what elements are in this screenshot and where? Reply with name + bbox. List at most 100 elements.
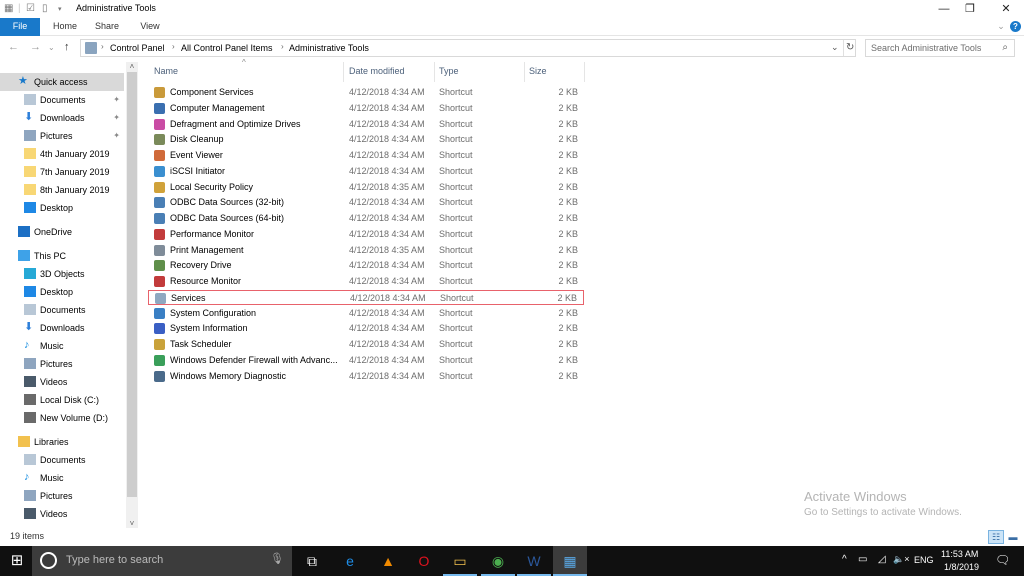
- cortana-icon[interactable]: [40, 552, 57, 569]
- control-panel-icon[interactable]: ▦: [553, 546, 587, 576]
- sidebar-item-8th-january-2019[interactable]: 8th January 2019: [0, 181, 124, 199]
- forward-button[interactable]: →: [30, 41, 41, 53]
- opera-icon[interactable]: O: [413, 551, 435, 571]
- sidebar-item-downloads[interactable]: ⬇ Downloads ✦: [0, 109, 124, 127]
- sidebar-item-3d-objects[interactable]: 3D Objects: [0, 265, 124, 283]
- up-button[interactable]: ↑: [64, 41, 70, 53]
- sidebar-item-pictures[interactable]: Pictures: [0, 487, 124, 505]
- taskbar-search-input[interactable]: Type here to search: [66, 554, 163, 566]
- breadcrumb-all-items[interactable]: All Control Panel Items: [181, 43, 273, 53]
- task-view-icon[interactable]: ⧉: [301, 551, 323, 571]
- sidebar-item-quick-access[interactable]: ★ Quick access: [0, 73, 124, 91]
- navigation-pane-scrollbar[interactable]: ˄ ˅: [126, 62, 138, 528]
- details-view-button[interactable]: ☷: [988, 530, 1004, 544]
- file-row[interactable]: Print Management 4/12/2018 4:35 AM Shortcu…: [148, 243, 584, 258]
- column-header-size[interactable]: Size: [529, 66, 547, 76]
- file-explorer-icon[interactable]: ▭: [449, 551, 471, 571]
- sidebar-item-pictures[interactable]: Pictures: [0, 355, 124, 373]
- taskbar-search-box[interactable]: Type here to search 🎙: [32, 546, 292, 576]
- sidebar-item-this-pc[interactable]: This PC: [0, 247, 124, 265]
- sidebar-item-videos[interactable]: Videos: [0, 505, 124, 523]
- sidebar-item-libraries[interactable]: Libraries: [0, 433, 124, 451]
- tab-share[interactable]: Share: [92, 18, 122, 36]
- large-icons-view-button[interactable]: ▬: [1006, 530, 1020, 544]
- file-row[interactable]: Windows Defender Firewall with Advanc...…: [148, 353, 584, 368]
- battery-icon[interactable]: ▭: [858, 554, 867, 565]
- file-row[interactable]: System Information 4/12/2018 4:34 AM Short…: [148, 321, 584, 336]
- sidebar-item-local-disk-c[interactable]: Local Disk (C:): [0, 391, 124, 409]
- folder-properties-icon[interactable]: ▦: [4, 3, 13, 14]
- file-row[interactable]: Services 4/12/2018 4:34 AM Shortcut 2 KB: [148, 289, 584, 305]
- show-hidden-icons-button[interactable]: ^: [842, 554, 847, 565]
- address-bar[interactable]: › Control Panel › All Control Panel Item…: [80, 39, 856, 57]
- language-indicator[interactable]: ENG: [914, 555, 934, 565]
- column-divider[interactable]: [584, 62, 585, 82]
- clock-time[interactable]: 11:53 AM: [941, 549, 978, 559]
- chrome-icon[interactable]: ◉: [487, 551, 509, 571]
- address-dropdown-button[interactable]: ⌄: [831, 42, 839, 53]
- expand-ribbon-icon[interactable]: ⌄: [996, 18, 1006, 36]
- refresh-button[interactable]: ↻: [846, 42, 854, 53]
- search-icon[interactable]: ⌕: [1002, 42, 1008, 53]
- sidebar-item-videos[interactable]: Videos: [0, 373, 124, 391]
- scrollbar-thumb[interactable]: [127, 72, 137, 497]
- column-divider[interactable]: [434, 62, 435, 82]
- file-row[interactable]: Performance Monitor 4/12/2018 4:34 AM Shor…: [148, 227, 584, 242]
- column-header-type[interactable]: Type: [439, 66, 459, 76]
- help-icon[interactable]: ?: [1010, 21, 1021, 32]
- back-button[interactable]: ←: [8, 41, 19, 53]
- sidebar-item-4th-january-2019[interactable]: 4th January 2019: [0, 145, 124, 163]
- file-row[interactable]: ODBC Data Sources (64-bit) 4/12/2018 4:34…: [148, 211, 584, 226]
- file-row[interactable]: Event Viewer 4/12/2018 4:34 AM Shortcut 2 K…: [148, 148, 584, 163]
- microphone-icon[interactable]: 🎙: [270, 552, 284, 565]
- file-row[interactable]: Computer Management 4/12/2018 4:34 AM Shor…: [148, 101, 584, 116]
- close-button[interactable]: ✕: [990, 0, 1022, 18]
- file-row[interactable]: Disk Cleanup 4/12/2018 4:34 AM Shortcut 2 K…: [148, 132, 584, 147]
- column-divider[interactable]: [343, 62, 344, 82]
- tab-view[interactable]: View: [136, 18, 164, 36]
- scroll-down-arrow[interactable]: ˅: [126, 519, 138, 528]
- breadcrumb-control-panel[interactable]: Control Panel: [110, 43, 165, 53]
- search-input[interactable]: Search Administrative Tools: [871, 43, 981, 53]
- file-row[interactable]: Task Scheduler 4/12/2018 4:34 AM Shortcut 2…: [148, 337, 584, 352]
- sidebar-item-new-volume-d[interactable]: New Volume (D:): [0, 409, 124, 427]
- search-box[interactable]: Search Administrative Tools ⌕: [865, 39, 1015, 57]
- sidebar-item-desktop[interactable]: Desktop: [0, 199, 124, 217]
- wifi-icon[interactable]: ◿: [878, 554, 886, 565]
- file-row[interactable]: Defragment and Optimize Drives 4/12/2018 …: [148, 117, 584, 132]
- sidebar-item-onedrive[interactable]: OneDrive: [0, 223, 124, 241]
- sidebar-item-documents[interactable]: Documents: [0, 451, 124, 469]
- sidebar-item-desktop[interactable]: Desktop: [0, 283, 124, 301]
- sidebar-item-pictures[interactable]: Pictures ✦: [0, 127, 124, 145]
- file-row[interactable]: System Configuration 4/12/2018 4:34 AM Sho…: [148, 306, 584, 321]
- column-header-date-modified[interactable]: Date modified: [349, 66, 405, 76]
- scroll-up-arrow[interactable]: ˄: [126, 62, 138, 71]
- sidebar-item-documents[interactable]: Documents ✦: [0, 91, 124, 109]
- file-row[interactable]: Recovery Drive 4/12/2018 4:34 AM Shortcut 2…: [148, 258, 584, 273]
- tab-file[interactable]: File: [0, 18, 40, 36]
- file-row[interactable]: iSCSI Initiator 4/12/2018 4:34 AM Shortcut…: [148, 164, 584, 179]
- sidebar-item-music[interactable]: ♪ Music: [0, 469, 124, 487]
- word-icon[interactable]: W: [523, 551, 545, 571]
- clock-date[interactable]: 1/8/2019: [944, 562, 979, 572]
- file-row[interactable]: Windows Memory Diagnostic 4/12/2018 4:34 …: [148, 369, 584, 384]
- new-folder-icon[interactable]: ▯: [42, 3, 48, 14]
- file-row[interactable]: Local Security Policy 4/12/2018 4:35 AM Sh…: [148, 180, 584, 195]
- file-row[interactable]: Component Services 4/12/2018 4:34 AM Short…: [148, 85, 584, 100]
- file-row[interactable]: Resource Monitor 4/12/2018 4:34 AM Shortcu…: [148, 274, 584, 289]
- sidebar-item-downloads[interactable]: ⬇ Downloads: [0, 319, 124, 337]
- sidebar-item-music[interactable]: ♪ Music: [0, 337, 124, 355]
- volume-muted-icon[interactable]: 🔈×: [893, 554, 909, 565]
- start-button[interactable]: ⊞: [6, 551, 28, 571]
- sidebar-item-documents[interactable]: Documents: [0, 301, 124, 319]
- column-divider[interactable]: [524, 62, 525, 82]
- breadcrumb-administrative-tools[interactable]: Administrative Tools: [289, 43, 369, 53]
- file-row[interactable]: ODBC Data Sources (32-bit) 4/12/2018 4:34…: [148, 195, 584, 210]
- recent-locations-button[interactable]: ⌄: [48, 43, 55, 52]
- notifications-icon[interactable]: 🗨: [995, 553, 1010, 567]
- vlc-icon[interactable]: ▲: [377, 551, 399, 571]
- customize-toolbar-icon[interactable]: ▾: [58, 5, 62, 13]
- restore-button[interactable]: ❐: [954, 0, 986, 18]
- edge-icon[interactable]: e: [339, 551, 361, 571]
- properties-icon[interactable]: ☑: [26, 3, 35, 14]
